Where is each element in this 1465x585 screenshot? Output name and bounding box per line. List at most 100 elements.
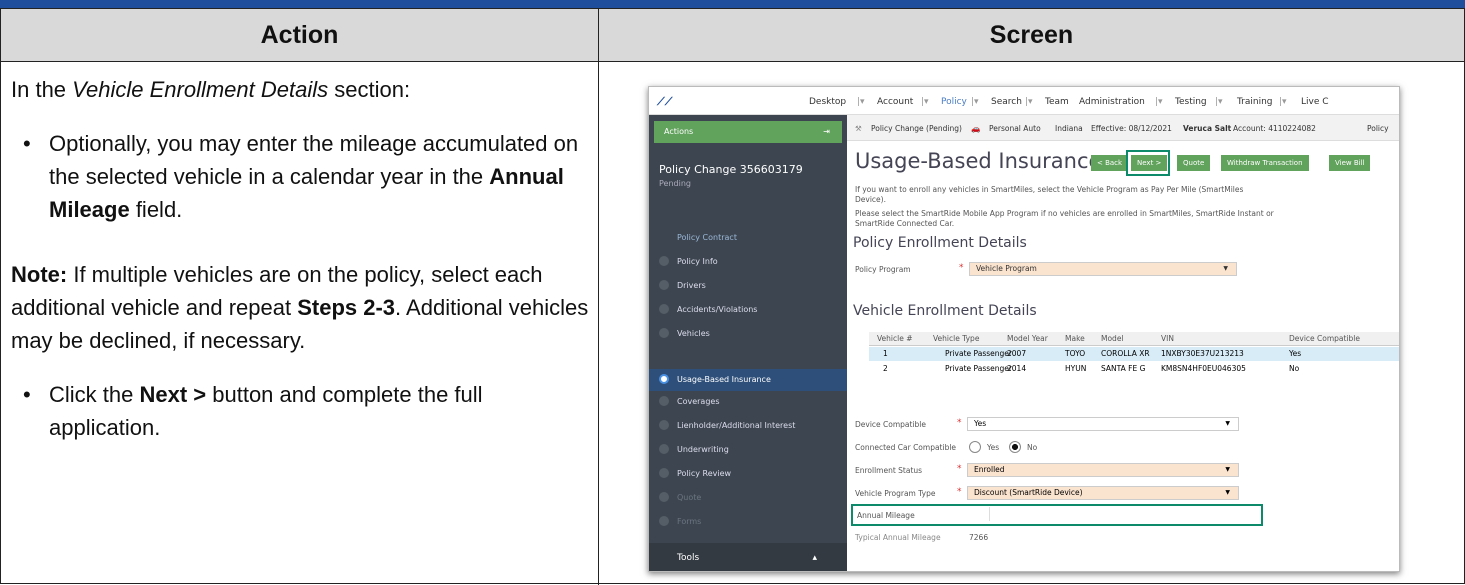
cell: KM8SN4HF0EU046305 <box>1161 364 1246 373</box>
policy-program-label: Policy Program <box>855 265 911 274</box>
cell: 2007 <box>1007 349 1027 358</box>
radio-no[interactable] <box>1009 441 1021 453</box>
sidebar-item-quote: Quote <box>677 493 702 502</box>
sidebar-item-underwriting[interactable]: Underwriting <box>677 445 729 454</box>
nav-sep-7: |▾ <box>1279 97 1287 107</box>
sidebar-item-drivers[interactable]: Drivers <box>677 281 706 290</box>
device-compatible-select[interactable]: Yes ▼ <box>967 417 1239 431</box>
vehicle-program-type-value: Discount (SmartRide Device) <box>974 488 1083 497</box>
intro-section-name: Vehicle Enrollment Details <box>72 77 329 102</box>
info-message-2: Please select the SmartRide Mobile App P… <box>855 209 1274 228</box>
enrollment-status-select[interactable]: Enrolled ▼ <box>967 463 1239 477</box>
info-state: Indiana <box>1055 124 1083 133</box>
nav-sep-1: |▾ <box>857 97 865 107</box>
step-dot-icon <box>659 256 669 266</box>
nav-live[interactable]: Live C <box>1301 97 1329 107</box>
intro-post: section: <box>328 77 411 102</box>
sidebar-item-accidents[interactable]: Accidents/Violations <box>677 305 757 314</box>
col-model[interactable]: Model <box>1101 334 1124 343</box>
nav-training[interactable]: Training <box>1237 97 1273 107</box>
nav-desktop[interactable]: Desktop <box>809 97 846 107</box>
info-insured: Veruca Salt <box>1183 124 1232 133</box>
table-header: Vehicle # Vehicle Type Model Year Make M… <box>869 332 1399 346</box>
typical-mileage-label: Typical Annual Mileage <box>855 533 941 542</box>
sidebar-item-vehicles[interactable]: Vehicles <box>677 329 710 338</box>
app-logo-icon: ⟋⟋ <box>657 95 673 108</box>
table-row[interactable]: 2 Private Passenger 2014 HYUN SANTA FE G… <box>869 362 1399 376</box>
step-dot-icon <box>659 328 669 338</box>
top-accent-bar <box>0 0 1465 8</box>
col-vehicle-type[interactable]: Vehicle Type <box>933 334 979 343</box>
sidebar-item-ubi[interactable]: Usage-Based Insurance <box>677 375 771 384</box>
page-title: Usage-Based Insurance <box>855 149 1102 173</box>
nav-testing[interactable]: Testing <box>1175 97 1207 107</box>
car-icon: 🚗 <box>971 124 981 133</box>
cell: Yes <box>1289 349 1302 358</box>
nav-search[interactable]: Search <box>991 97 1022 107</box>
vehicle-program-type-select[interactable]: Discount (SmartRide Device) ▼ <box>967 486 1239 500</box>
nav-policy[interactable]: Policy <box>941 97 967 107</box>
wrench-icon: ⚒ <box>855 124 862 133</box>
col-model-year[interactable]: Model Year <box>1007 334 1048 343</box>
table-row[interactable]: 1 Private Passenger 2007 TOYO COROLLA XR… <box>869 347 1399 361</box>
policy-program-value: Vehicle Program <box>976 264 1037 273</box>
sidebar-item-policy-contract[interactable]: Policy Contract <box>677 233 737 242</box>
b1-post: field. <box>129 197 183 222</box>
policy-program-select[interactable]: Vehicle Program ▼ <box>969 262 1237 276</box>
sidebar-item-policy-info[interactable]: Policy Info <box>677 257 718 266</box>
bullet-mileage: Optionally, you may enter the mileage ac… <box>11 127 591 226</box>
policy-info-bar: ⚒ Policy Change (Pending) 🚗 Personal Aut… <box>847 115 1399 141</box>
col-vehicle-num[interactable]: Vehicle # <box>877 334 913 343</box>
connected-car-label: Connected Car Compatible <box>855 443 957 452</box>
action-text: In the Vehicle Enrollment Details sectio… <box>11 73 591 444</box>
typical-mileage-value: 7266 <box>969 533 989 542</box>
sidebar-status: Pending <box>659 179 691 188</box>
nav-sep-4: |▾ <box>1025 97 1033 107</box>
step-dot-icon <box>659 444 669 454</box>
step-dot-icon <box>659 280 669 290</box>
vehicle-program-type-label: Vehicle Program Type <box>855 489 936 498</box>
sidebar-item-coverages[interactable]: Coverages <box>677 397 720 406</box>
chevron-down-icon: ▼ <box>1225 466 1230 473</box>
sidebar-item-policy-review[interactable]: Policy Review <box>677 469 731 478</box>
tools-button[interactable]: Tools ▴ <box>649 543 847 571</box>
app-screenshot: ⟋⟋ Desktop |▾ Account |▾ Policy |▾ Searc… <box>648 86 1400 572</box>
info-line: Personal Auto <box>989 124 1041 133</box>
actions-button[interactable]: Actions ⇥ <box>654 121 842 143</box>
info-effective: Effective: 08/12/2021 <box>1091 124 1172 133</box>
withdraw-button[interactable]: Withdraw Transaction <box>1221 155 1309 171</box>
step-dot-icon <box>659 492 669 502</box>
cell: Private Passenger <box>945 364 1012 373</box>
b2-pre: Click the <box>49 382 140 407</box>
col-make[interactable]: Make <box>1065 334 1085 343</box>
column-divider <box>598 9 599 585</box>
cell: SANTA FE G <box>1101 364 1146 373</box>
back-button[interactable]: < Back <box>1091 155 1129 171</box>
sidebar-item-lienholder[interactable]: Lienholder/Additional Interest <box>677 421 795 430</box>
nav-sep-6: |▾ <box>1215 97 1223 107</box>
nav-account[interactable]: Account <box>877 97 913 107</box>
current-step-icon <box>659 374 669 384</box>
cell: Private Passenger <box>945 349 1012 358</box>
col-device-compatible[interactable]: Device Compatible <box>1289 334 1360 343</box>
quote-button[interactable]: Quote <box>1177 155 1211 171</box>
intro-pre: In the <box>11 77 73 102</box>
cell: 2014 <box>1007 364 1027 373</box>
cell: TOYO <box>1065 349 1086 358</box>
screen-column-header: Screen <box>599 9 1464 62</box>
annual-mileage-highlight-box <box>851 504 1263 526</box>
b2-bold: Next > <box>139 382 207 407</box>
view-bill-button[interactable]: View Bill <box>1329 155 1371 171</box>
chevron-down-icon: ▼ <box>1225 420 1230 427</box>
col-vin[interactable]: VIN <box>1161 334 1174 343</box>
actions-label: Actions <box>664 127 694 136</box>
radio-yes[interactable] <box>969 441 981 453</box>
policy-enrollment-heading: Policy Enrollment Details <box>853 235 1027 251</box>
info-account[interactable]: Account: 4110224082 <box>1233 124 1316 133</box>
nav-sep-5: |▾ <box>1155 97 1163 107</box>
nav-administration[interactable]: Administration <box>1079 97 1145 107</box>
chevron-down-icon: ▼ <box>1225 489 1230 496</box>
nav-team[interactable]: Team <box>1045 97 1069 107</box>
cell: 1NXBY30E37U213213 <box>1161 349 1244 358</box>
required-marker: * <box>957 487 962 497</box>
